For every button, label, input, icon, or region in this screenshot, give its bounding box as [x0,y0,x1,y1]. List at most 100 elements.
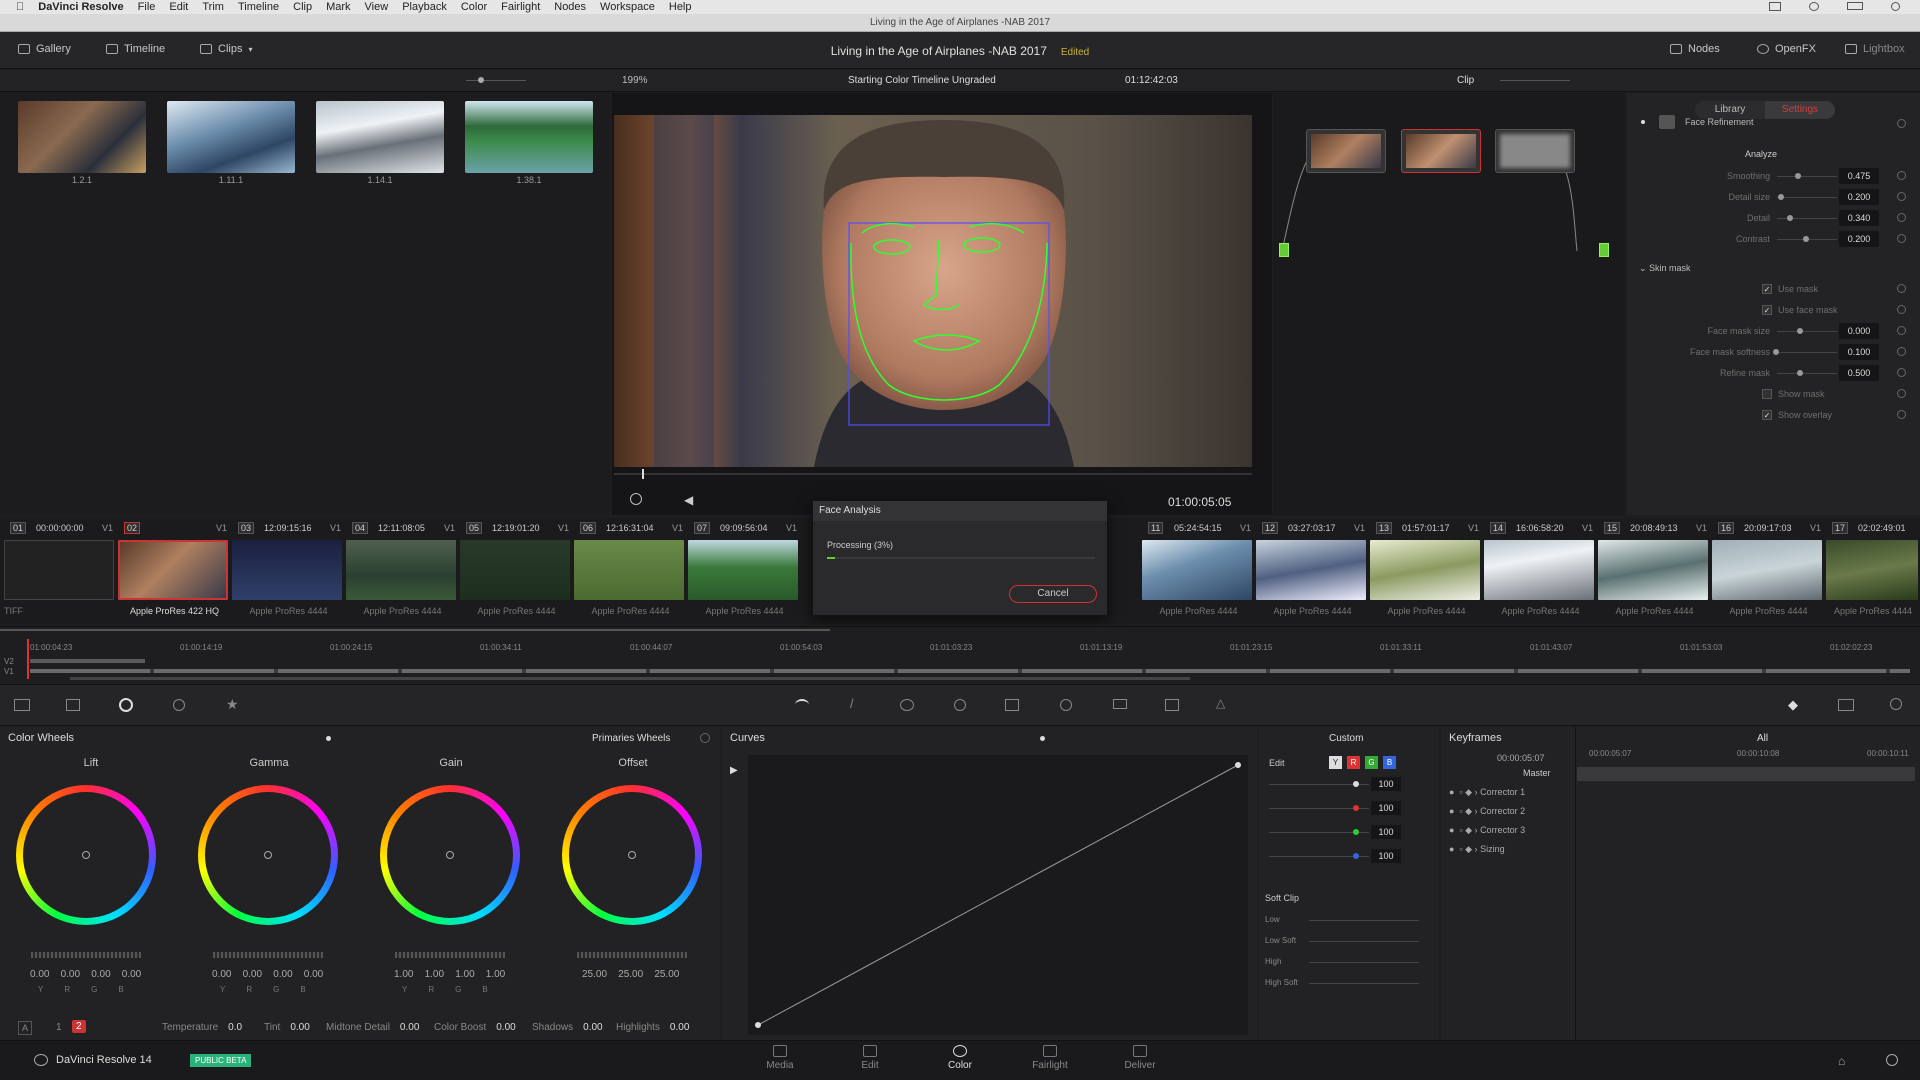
blur-icon[interactable] [1060,699,1072,711]
analyze-button[interactable]: Analyze [1745,149,1777,159]
home-icon[interactable]: ⌂ [1838,1054,1845,1068]
node-output-terminal[interactable] [1599,243,1609,257]
page-dot[interactable] [326,736,331,741]
reset-icon[interactable] [1897,192,1906,201]
param-value[interactable]: 0.340 [1839,210,1879,226]
node-03[interactable] [1495,129,1575,173]
gain-g[interactable]: 1.00 [455,969,474,980]
skin-mask-section[interactable]: ⌄ Skin mask [1639,263,1691,274]
menu-playback[interactable]: Playback [402,1,447,13]
param-value[interactable]: 0.200 [1839,231,1879,247]
slider-knob[interactable] [1353,853,1359,859]
gain-master-wheel[interactable] [395,952,505,958]
reset-icon[interactable] [1897,410,1906,419]
menu-fairlight[interactable]: Fairlight [501,1,540,13]
scopes-icon[interactable] [1838,699,1854,711]
reset-icon[interactable] [1897,368,1906,377]
use-mask-checkbox[interactable]: ✓ [1762,284,1772,294]
reset-icon[interactable] [1897,171,1906,180]
clip-07[interactable]: 07 09:09:56:04 V1 Apple ProRes 4444 [688,518,801,624]
page-edit[interactable]: Edit [840,1045,900,1071]
gamma-y[interactable]: 0.00 [212,969,231,980]
timeline-scroll-bar[interactable] [0,629,830,631]
param-slider[interactable] [1777,373,1837,374]
gain-puck[interactable] [446,851,454,859]
param-value[interactable]: 0.200 [1839,189,1879,205]
show-mask-checkbox[interactable] [1762,389,1772,399]
g-intensity-value[interactable]: 100 [1371,825,1401,839]
param-knob[interactable] [1778,194,1784,200]
reset-icon[interactable] [1897,326,1906,335]
use-face-mask-checkbox[interactable]: ✓ [1762,305,1772,315]
reset-icon[interactable] [1897,284,1906,293]
param-slider[interactable] [1777,218,1837,219]
curve-play-icon[interactable]: ▶ [730,765,738,776]
motion-effects-icon[interactable]: ★ [226,696,239,713]
high-slider[interactable] [1309,962,1419,963]
param-midtone-detail[interactable]: Midtone Detail 0.00 [326,1022,419,1033]
lift-r[interactable]: 0.00 [61,969,80,980]
clip-17[interactable]: 17 02:02:49:01 Apple ProRes 4444 [1826,518,1920,624]
node-zoom-slider[interactable] [1500,80,1570,81]
param-knob[interactable] [1787,215,1793,221]
param-value[interactable]: 0.100 [1839,344,1879,360]
menu-help[interactable]: Help [669,1,692,13]
clip-06[interactable]: 06 12:16:31:04 V1 Apple ProRes 4444 [574,518,687,624]
gamma-r[interactable]: 0.00 [243,969,262,980]
r-channel-toggle[interactable]: R [1347,756,1360,769]
kf-track-sizing[interactable]: ● ▫ ◆ › Sizing [1449,844,1505,855]
reset-icon[interactable] [1897,234,1906,243]
wheels-mode-dropdown[interactable]: Primaries Wheels [592,733,670,744]
3d-icon[interactable]: △ [1216,696,1225,710]
battery-icon[interactable] [1847,2,1863,10]
gallery-still[interactable] [465,101,593,173]
apple-menu-icon[interactable]:  [16,1,24,13]
slider-knob[interactable] [1353,781,1359,787]
window-icon[interactable] [900,699,914,711]
reset-icon[interactable] [1897,389,1906,398]
b-channel-toggle[interactable]: B [1383,756,1396,769]
color-wheels-icon[interactable] [119,698,133,712]
nodes-button[interactable]: Nodes [1670,43,1720,55]
gain-b[interactable]: 1.00 [486,969,505,980]
node-clip-mode[interactable]: Clip [1457,75,1474,86]
timeline-playhead[interactable] [27,639,29,679]
clip-13[interactable]: 13 01:57:01:17 V1 Apple ProRes 4444 [1370,518,1483,624]
camera-raw-icon[interactable] [14,699,30,711]
gallery-still[interactable] [316,101,444,173]
slider-knob[interactable] [1353,805,1359,811]
master-track-bar[interactable] [1577,767,1915,781]
menu-edit[interactable]: Edit [169,1,188,13]
gamma-b[interactable]: 0.00 [304,969,323,980]
param-highlights[interactable]: Highlights 0.00 [616,1022,689,1033]
kf-track-corrector-1[interactable]: ● ▫ ◆ › Corrector 1 [1449,787,1525,798]
lift-y[interactable]: 0.00 [30,969,49,980]
param-value[interactable]: 0.475 [1839,168,1879,184]
clip-12[interactable]: 12 03:27:03:17 V1 Apple ProRes 4444 [1256,518,1369,624]
wifi-icon[interactable] [1809,2,1819,11]
lift-puck[interactable] [82,851,90,859]
info-icon[interactable] [1890,698,1902,710]
kf-track-corrector-3[interactable]: ● ▫ ◆ › Corrector 3 [1449,825,1525,836]
y-channel-toggle[interactable]: Y [1329,756,1342,769]
node-02-selected[interactable] [1401,129,1481,173]
volume-icon[interactable]: ◀︎ [684,493,693,507]
menu-app[interactable]: DaVinci Resolve [38,1,123,13]
gamma-g[interactable]: 0.00 [273,969,292,980]
param-value[interactable]: 0.00 [496,1022,515,1033]
param-tint[interactable]: Tint 0.00 [264,1022,310,1033]
param-value[interactable]: 0.00 [583,1022,602,1033]
param-knob[interactable] [1803,236,1809,242]
audio-icon[interactable] [630,493,642,505]
param-color-boost[interactable]: Color Boost 0.00 [434,1022,516,1033]
offset-master-wheel[interactable] [577,952,687,958]
clip-02-current[interactable]: 02 V1 Apple ProRes 422 HQ [118,518,231,624]
gain-r[interactable]: 1.00 [425,969,444,980]
color-match-icon[interactable] [66,699,80,711]
menu-file[interactable]: File [138,1,156,13]
cancel-button[interactable]: Cancel [1009,585,1097,603]
menu-clip[interactable]: Clip [293,1,312,13]
timeline-name[interactable]: Starting Color Timeline Ungraded [848,75,996,86]
param-value[interactable]: 0.00 [670,1022,689,1033]
gallery-still[interactable] [167,101,295,173]
